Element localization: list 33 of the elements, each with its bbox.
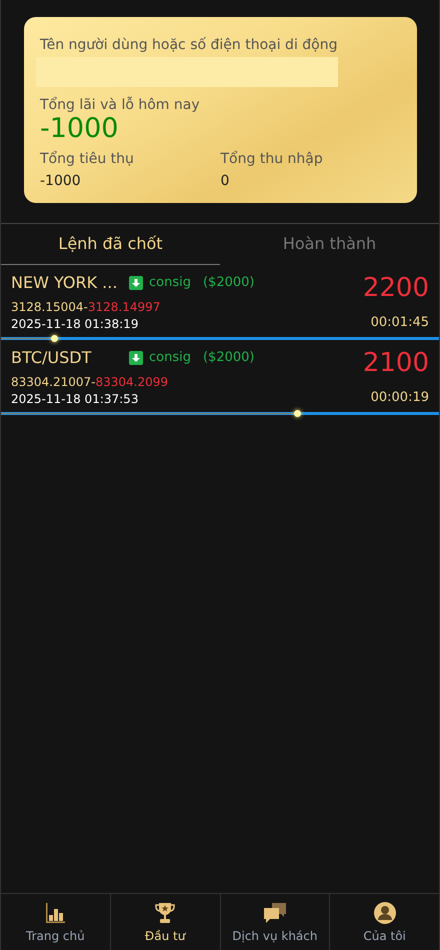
down-arrow-icon <box>129 276 143 290</box>
open-price: 83304.21007- <box>11 375 96 389</box>
order-type: consig <box>149 275 191 290</box>
progress-thumb <box>294 410 301 417</box>
result-value: 2200 <box>362 273 429 303</box>
user-icon <box>372 901 397 925</box>
symbol-label: BTC/USDT <box>11 348 92 367</box>
close-price: 3128.14997 <box>88 300 160 314</box>
tab[interactable]: Lệnh đã chốt <box>1 224 220 265</box>
open-price: 3128.15004- <box>11 300 88 314</box>
spent-value: -1000 <box>40 173 82 189</box>
username-label: Tên người dùng hoặc số điện thoại di động <box>40 37 338 53</box>
income-value: 0 <box>220 173 230 189</box>
chat-icon <box>262 901 287 925</box>
order-amount: ($2000) <box>202 350 254 365</box>
tab[interactable]: Hoàn thành <box>220 224 439 265</box>
order-type: consig <box>149 350 191 365</box>
income-label: Tổng thu nhập <box>220 151 324 167</box>
close-price: 83304.2099 <box>96 375 168 389</box>
progress-thumb <box>50 335 58 342</box>
spent-label: Tổng tiêu thụ <box>40 151 135 167</box>
order-time: 2025-11-18 01:38:19 <box>11 317 140 331</box>
order-amount: ($2000) <box>202 275 254 290</box>
pnl-label: Tổng lãi và lỗ hôm nay <box>40 97 201 113</box>
trophy-icon <box>153 901 178 925</box>
result-value: 2100 <box>362 348 429 378</box>
countdown: 00:01:45 <box>370 315 429 330</box>
pnl-value: -1000 <box>40 113 120 145</box>
down-arrow-icon <box>129 350 143 364</box>
countdown: 00:00:19 <box>370 390 429 405</box>
bar-chart-icon <box>43 901 68 925</box>
order-time: 2025-11-18 01:37:53 <box>11 392 140 406</box>
symbol-label: NEW YORK ... <box>11 273 118 292</box>
